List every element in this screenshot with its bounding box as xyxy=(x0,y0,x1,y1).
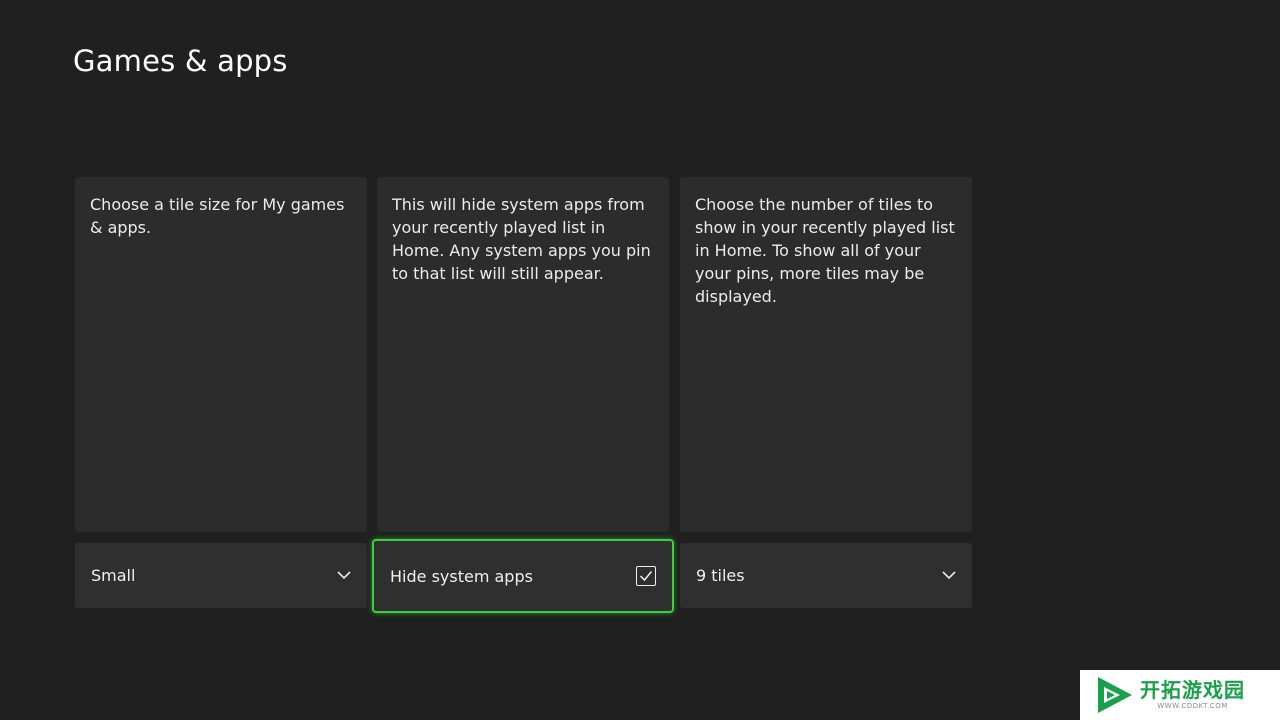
tile-count-dropdown[interactable]: 9 tiles xyxy=(680,543,972,608)
hide-system-apps-toggle[interactable]: Hide system apps xyxy=(372,539,674,613)
hide-system-apps-description: This will hide system apps from your rec… xyxy=(392,195,651,283)
tile-size-description-card: Choose a tile size for My games & apps. xyxy=(75,177,367,532)
watermark-url: WWW.CDDKT.COM xyxy=(1157,702,1228,710)
hide-system-apps-description-card: This will hide system apps from your rec… xyxy=(377,177,669,532)
settings-page: Games & apps Choose a tile size for My g… xyxy=(0,0,1280,720)
checkmark-icon xyxy=(639,571,653,582)
site-watermark: 开拓游戏园 WWW.CDDKT.COM xyxy=(1080,670,1280,720)
page-title: Games & apps xyxy=(73,44,288,78)
chevron-down-icon xyxy=(337,569,351,583)
tile-count-description-card: Choose the number of tiles to show in yo… xyxy=(680,177,972,532)
tile-size-value: Small xyxy=(91,566,136,585)
tile-count-value: 9 tiles xyxy=(696,566,745,585)
tile-size-description: Choose a tile size for My games & apps. xyxy=(90,195,345,237)
hide-system-apps-label: Hide system apps xyxy=(390,566,533,586)
chevron-down-icon xyxy=(942,569,956,583)
hide-system-apps-checkbox[interactable] xyxy=(636,566,656,586)
watermark-title: 开拓游戏园 xyxy=(1140,678,1245,702)
site-logo-icon xyxy=(1098,677,1132,713)
tile-count-description: Choose the number of tiles to show in yo… xyxy=(695,195,955,306)
tile-size-dropdown[interactable]: Small xyxy=(75,543,367,608)
